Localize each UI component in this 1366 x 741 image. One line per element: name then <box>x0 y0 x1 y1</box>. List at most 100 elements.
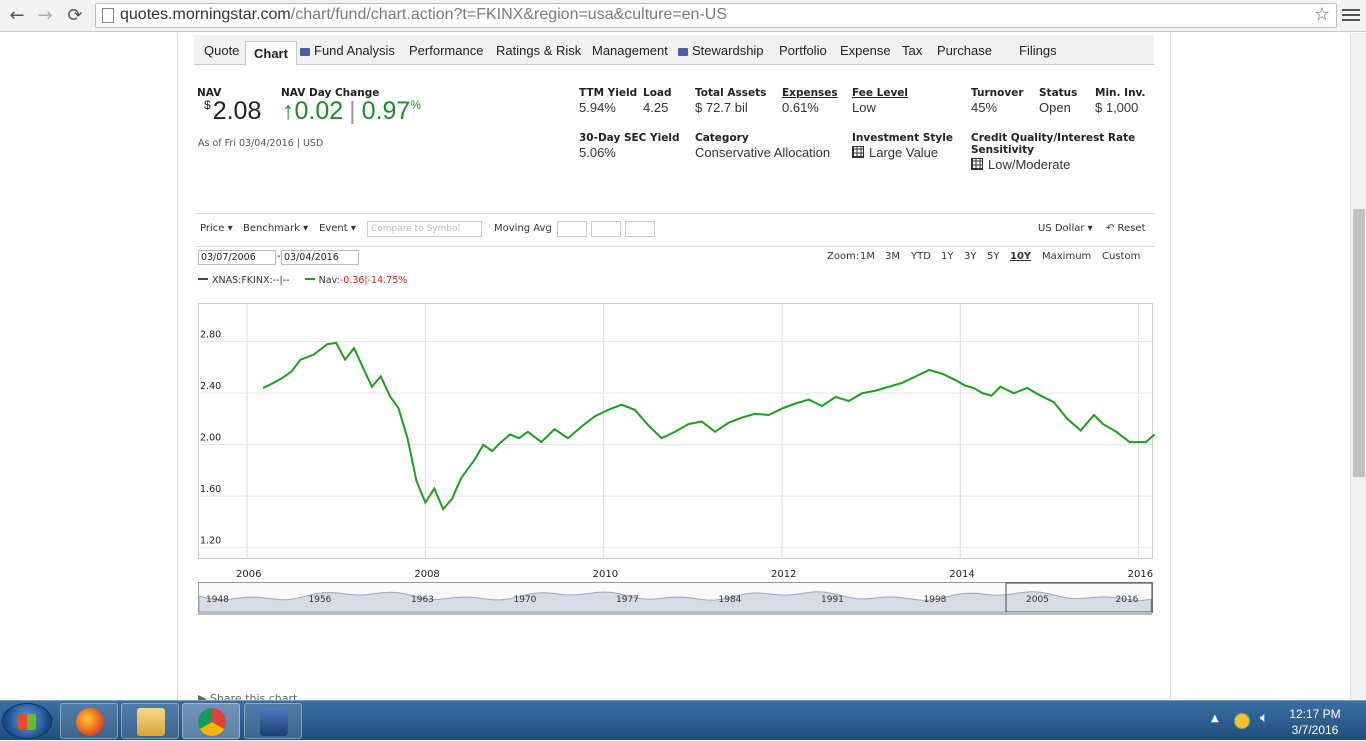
navigator-tick-label: 1984 <box>719 595 742 605</box>
moving-avg-input-2[interactable] <box>591 221 621 237</box>
tab-label: Purchase <box>937 43 992 58</box>
min-investment-label: Min. Inv. <box>1095 87 1146 99</box>
legend-swatch-nav <box>304 278 315 280</box>
day-change-amount: 0.02 <box>294 97 344 125</box>
zoom-option-5y[interactable]: 5Y <box>987 251 999 262</box>
end-date-input[interactable]: 03/04/2016 <box>281 250 359 265</box>
tab-label: Management <box>592 43 668 58</box>
address-bar[interactable]: quotes.morningstar.com/chart/fund/chart.… <box>95 3 1337 28</box>
tab-stewardship[interactable]: Stewardship <box>678 43 764 58</box>
start-button[interactable] <box>2 703 52 739</box>
tab-label: Expense <box>840 43 891 58</box>
fee-level-value: Low <box>852 100 876 115</box>
taskbar-explorer[interactable] <box>121 703 179 739</box>
zoom-option-1y[interactable]: 1Y <box>941 251 953 262</box>
credit-quality-value: Low/Moderate <box>971 157 1070 172</box>
bookmark-star-icon[interactable]: ☆ <box>1314 4 1330 25</box>
category-value: Conservative Allocation <box>695 145 831 160</box>
up-arrow-icon: ↑ <box>282 97 295 125</box>
benchmark-dropdown[interactable]: Benchmark ▾ <box>243 223 308 234</box>
zoom-option-maximum[interactable]: Maximum <box>1042 251 1091 262</box>
tab-management[interactable]: Management <box>592 43 668 58</box>
expenses-link[interactable]: Expenses <box>782 87 838 99</box>
navigator-tick-label: 1991 <box>821 595 844 605</box>
x-tick-label: 2016 <box>1128 569 1153 580</box>
min-investment-value: $ 1,000 <box>1095 100 1139 115</box>
navigator-tick-label: 1998 <box>924 595 947 605</box>
quote-tab-bar: Quote Chart Fund Analysis Performance Rating… <box>194 35 1154 66</box>
chart-legend: XNAS:FKINX:--|-- Nav:-0.36|-14.75% <box>198 275 407 286</box>
url-path: /chart/fund/chart.action?t=FKINX&region=… <box>290 6 727 23</box>
status-label: Status <box>1039 87 1078 99</box>
tab-portfolio[interactable]: Portfolio <box>779 43 827 58</box>
action-center-icon[interactable] <box>1234 713 1250 729</box>
legend-swatch-symbol <box>198 278 208 280</box>
tab-filings[interactable]: Filings <box>1019 43 1057 58</box>
tray-expand-icon[interactable]: ▲ <box>1211 713 1219 724</box>
credit-quality-label: Credit Quality/Interest Rate Sensitivity <box>971 132 1136 156</box>
moving-avg-input-1[interactable] <box>557 221 587 237</box>
volume-icon[interactable]: 🔈︎ <box>1260 710 1268 726</box>
event-dropdown[interactable]: Event ▾ <box>319 223 356 234</box>
total-assets-value: $ 72.7 bil <box>695 100 748 115</box>
zoom-option-3m[interactable]: 3M <box>885 251 900 262</box>
page-scrollbar[interactable] <box>1350 33 1366 700</box>
legend-nav-label: Nav: <box>318 275 340 286</box>
firefox-icon <box>76 708 104 736</box>
status-value: Open <box>1039 100 1071 115</box>
ttm-yield-value: 5.94% <box>579 100 616 115</box>
taskbar-clock[interactable]: 12:17 PM 3/7/2016 <box>1280 706 1350 738</box>
nav-value: $2.08 <box>204 97 261 126</box>
back-arrow-icon[interactable]: ← <box>6 5 28 27</box>
tab-label: Portfolio <box>779 43 827 58</box>
chart-toolbar: Price ▾ Benchmark ▾ Event ▾ Compare to S… <box>195 213 1155 247</box>
tab-expense[interactable]: Expense <box>840 43 891 58</box>
start-date-input[interactable]: 03/07/2006 <box>198 250 276 265</box>
tab-ratings-risk[interactable]: Ratings & Risk <box>496 43 581 58</box>
taskbar-media[interactable] <box>244 703 302 739</box>
as-of-date: As of Fri 03/04/2016 | USD <box>198 138 324 149</box>
forward-arrow-icon[interactable]: → <box>34 5 56 27</box>
web-page: Quote Chart Fund Analysis Performance Rating… <box>0 33 1350 700</box>
navigator-tick-label: 1963 <box>411 595 434 605</box>
taskbar-firefox[interactable] <box>60 703 118 739</box>
zoom-option-1m[interactable]: 1M <box>860 251 875 262</box>
tab-tax[interactable]: Tax <box>902 43 922 58</box>
load-label: Load <box>643 87 672 99</box>
browser-menu-icon[interactable] <box>1342 6 1360 24</box>
y-tick-label: 1.60 <box>200 484 221 495</box>
scrollbar-thumb[interactable] <box>1353 209 1365 477</box>
x-tick-label: 2012 <box>771 569 796 580</box>
moving-avg-input-3[interactable] <box>625 221 655 237</box>
investment-style-label: Investment Style <box>852 132 953 144</box>
navigator-tick-label: 2005 <box>1026 595 1049 605</box>
tab-chart[interactable]: Chart <box>245 41 297 66</box>
x-tick-label: 2014 <box>949 569 974 580</box>
fee-level-link[interactable]: Fee Level <box>852 87 908 99</box>
nav-line-chart[interactable]: 2006 2008 2010 2012 2014 2016 2.80 2.40 2.00 1.60… <box>198 303 1158 615</box>
reset-button[interactable]: ↶ Reset <box>1106 223 1146 234</box>
taskbar-chrome[interactable] <box>182 703 240 739</box>
credit-box-icon <box>971 158 983 170</box>
zoom-option-ytd[interactable]: YTD <box>911 251 931 262</box>
zoom-option-10y[interactable]: 10Y <box>1010 251 1031 262</box>
tab-purchase[interactable]: Purchase <box>937 43 992 58</box>
legend-nav-change: -0.36|-14.75% <box>339 275 408 286</box>
tab-quote[interactable]: Quote <box>204 43 239 58</box>
tab-performance[interactable]: Performance <box>409 43 483 58</box>
tab-fund-analysis[interactable]: Fund Analysis <box>300 43 395 58</box>
turnover-label: Turnover <box>971 87 1024 99</box>
tab-label: Performance <box>409 43 484 58</box>
share-chart-link[interactable]: ▶ Share this chart <box>198 692 297 700</box>
zoom-option-3y[interactable]: 3Y <box>964 251 976 262</box>
currency-dropdown[interactable]: US Dollar ▾ <box>1038 223 1093 234</box>
compare-symbol-input[interactable]: Compare to Symbol <box>367 221 482 237</box>
nav-number: 2.08 <box>212 97 262 125</box>
zoom-option-custom[interactable]: Custom <box>1102 251 1140 262</box>
price-dropdown[interactable]: Price ▾ <box>200 223 233 234</box>
chrome-icon <box>198 708 226 736</box>
navigator-tick-label: 1977 <box>616 595 639 605</box>
media-player-icon <box>260 708 288 736</box>
reload-icon[interactable]: ⟳ <box>64 5 86 27</box>
navigator-tick-label: 1948 <box>206 595 229 605</box>
